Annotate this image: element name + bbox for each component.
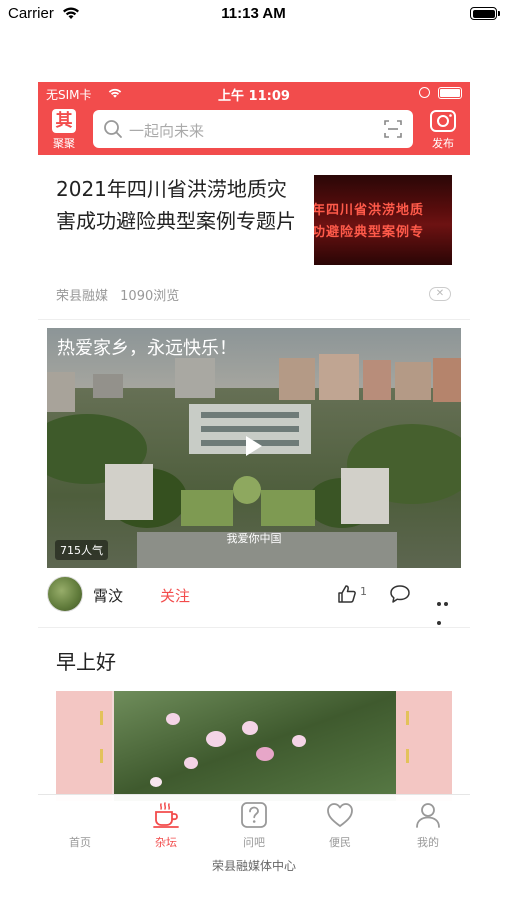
- flower: [166, 713, 180, 725]
- flower: [256, 747, 274, 761]
- search-icon: [104, 120, 122, 138]
- dismiss-icon[interactable]: ✕: [429, 287, 451, 301]
- follow-button[interactable]: 关注: [160, 585, 190, 606]
- border-decoration: [406, 711, 409, 725]
- video-lawn: [261, 490, 315, 526]
- video-building: [175, 358, 215, 398]
- tab-services[interactable]: 便民: [310, 801, 370, 853]
- tab-label: 问吧: [243, 836, 265, 849]
- video-building: [363, 360, 391, 400]
- tab-mine[interactable]: 我的: [398, 801, 458, 853]
- video-building: [279, 358, 315, 400]
- juju-label: 聚聚: [53, 137, 75, 150]
- thumbs-up-icon[interactable]: [337, 584, 357, 604]
- video-subtitle: 我爱你中国: [226, 532, 282, 545]
- more-icon[interactable]: [437, 591, 457, 625]
- ios-status-bar: Carrier 11:13 AM: [0, 0, 507, 28]
- video-building: [341, 468, 389, 524]
- app-header: 无SIM卡 上午 11:09 其 聚聚 一起向未来 发布: [38, 82, 470, 155]
- video-lawn: [181, 490, 233, 526]
- footer-text: 荣县融媒体中心: [211, 859, 296, 873]
- app-status-bar: 无SIM卡 上午 11:09: [38, 82, 470, 104]
- juju-logo-icon: 其: [52, 109, 76, 133]
- search-input[interactable]: 一起向未来: [93, 110, 413, 148]
- post-image[interactable]: [56, 691, 452, 801]
- coffee-icon: [153, 802, 179, 828]
- tab-label: 便民: [329, 836, 351, 849]
- comment-icon[interactable]: [389, 584, 411, 604]
- orientation-lock-icon: [419, 87, 430, 98]
- flower: [292, 735, 306, 747]
- article-source: 荣县融媒: [56, 289, 109, 304]
- camera-icon: [430, 110, 456, 132]
- flower: [184, 757, 198, 769]
- article-thumbnail[interactable]: 年四川省洪涝地质 功避险典型案例专: [314, 175, 452, 265]
- ios-clock: 11:13 AM: [221, 5, 286, 22]
- search-placeholder: 一起向未来: [129, 122, 205, 140]
- post-author-row: 霄汶 关注 1: [47, 572, 461, 625]
- question-icon: [241, 802, 267, 828]
- thumbnail-text-line: 功避险典型案例专: [314, 225, 425, 240]
- video-building: [47, 372, 75, 412]
- screen: Carrier 11:13 AM 无SIM卡 上午 11:09 其 聚聚 一起向…: [0, 0, 507, 900]
- battery-icon: [438, 87, 462, 99]
- video-building: [319, 354, 359, 400]
- border-decoration: [100, 711, 103, 725]
- article-title[interactable]: 2021年四川省洪涝地质灾害成功避险典型案例专题片: [56, 173, 296, 237]
- video-building-windows: [201, 412, 299, 418]
- flower: [242, 721, 258, 735]
- author-name[interactable]: 霄汶: [93, 585, 123, 606]
- juju-button[interactable]: 其 聚聚: [48, 107, 80, 151]
- video-building: [93, 374, 123, 398]
- tab-label: 首页: [69, 836, 91, 849]
- video-title: 热爱家乡，永远快乐！: [57, 338, 237, 359]
- divider: [38, 319, 470, 320]
- border-decoration: [406, 749, 409, 763]
- tab-ask[interactable]: 问吧: [224, 801, 284, 853]
- post-title[interactable]: 早上好: [56, 646, 116, 675]
- like-count: 1: [360, 585, 367, 598]
- thumbnail-text-line: 年四川省洪涝地质: [314, 203, 425, 218]
- article-card[interactable]: 2021年四川省洪涝地质灾害成功避险典型案例专题片 年四川省洪涝地质 功避险典型…: [38, 155, 470, 315]
- image-border: [56, 691, 112, 801]
- publish-label: 发布: [432, 137, 454, 150]
- thumbnail-background: [314, 175, 452, 265]
- article-meta: 荣县融媒 1090浏览: [56, 285, 187, 304]
- border-decoration: [100, 749, 103, 763]
- scan-icon[interactable]: [383, 119, 403, 139]
- video-building: [433, 358, 461, 402]
- video-player[interactable]: 热爱家乡，永远快乐！ 我爱你中国 715人气: [47, 328, 461, 568]
- tab-label: 杂坛: [155, 836, 177, 849]
- battery-icon: [470, 7, 500, 20]
- tab-home[interactable]: 首页: [50, 801, 110, 853]
- image-border: [396, 691, 452, 801]
- video-lawn: [233, 476, 261, 504]
- home-icon: [65, 801, 95, 829]
- article-views: 1090浏览: [120, 289, 180, 304]
- flower: [206, 731, 226, 747]
- avatar[interactable]: [47, 576, 83, 612]
- publish-button[interactable]: 发布: [426, 107, 460, 151]
- heart-icon: [327, 803, 353, 827]
- flower: [150, 777, 162, 787]
- tab-label: 我的: [417, 836, 439, 849]
- play-icon[interactable]: [245, 435, 263, 457]
- video-building: [105, 464, 153, 520]
- tab-forum[interactable]: 杂坛: [136, 801, 196, 853]
- app-frame: 无SIM卡 上午 11:09 其 聚聚 一起向未来 发布 2021年四川省洪涝地…: [38, 82, 470, 900]
- person-icon: [416, 803, 440, 828]
- divider: [38, 627, 470, 628]
- video-building-windows: [201, 426, 299, 432]
- popularity-badge: 715人气: [55, 540, 108, 560]
- app-clock: 上午 11:09: [218, 89, 290, 104]
- video-building: [395, 362, 431, 400]
- tab-bar: 首页 杂坛 问吧 便民 我的 荣县融媒体中心: [38, 794, 470, 900]
